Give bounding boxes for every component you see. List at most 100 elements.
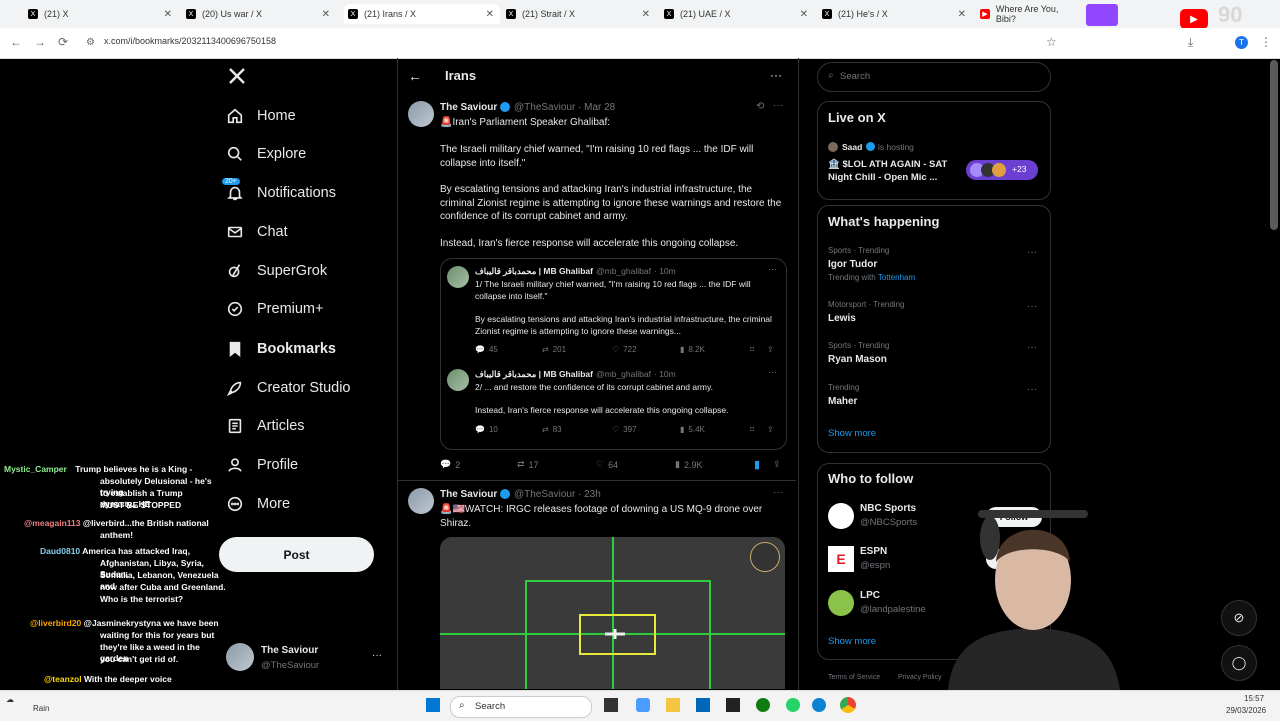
repost-button[interactable]: ⇄ 201 [542,345,566,354]
nav-notifications[interactable]: 20+ Notifications [222,178,336,206]
browser-tab[interactable]: X (21) Strait / X ✕ [506,4,656,24]
reply-button[interactable]: 💬 10 [475,425,498,434]
download-icon[interactable]: ⤓ [1188,35,1193,50]
search-input[interactable]: ⌕ Search [817,62,1051,92]
forward-arrow-icon[interactable]: → [34,35,46,49]
task-view-icon[interactable] [604,698,618,712]
nav-creator-studio[interactable]: Creator Studio [226,375,351,401]
tweet-menu-icon[interactable]: ··· [773,100,783,111]
close-tab-icon[interactable]: ✕ [322,9,330,20]
live-space-title[interactable]: 🏦 $LOL ATH AGAIN - SAT Night Chill - Ope… [828,158,958,184]
whatsapp-icon[interactable] [786,698,800,712]
bookmark-filled-icon[interactable]: ▮ [754,458,760,471]
avatar[interactable] [408,101,434,127]
share-icon[interactable]: ⇪ [767,345,774,354]
tweet-date[interactable]: · Mar 28 [578,102,615,113]
bookmark-star-icon[interactable]: ☆ [1046,35,1057,49]
tweet-author-name[interactable]: The Saviour [440,489,497,500]
store-icon[interactable] [696,698,710,712]
trend-menu-icon[interactable]: ··· [1027,301,1037,312]
x-logo-icon[interactable] [227,66,247,86]
reply-button[interactable]: 💬 2 [440,459,460,470]
close-tab-icon[interactable]: ✕ [164,9,172,20]
messages-float-button[interactable]: ◯ [1221,645,1257,681]
tweet-menu-icon[interactable]: ··· [773,487,783,498]
site-info-icon[interactable]: ⚙ [86,37,95,48]
browser-tab[interactable]: X (21) X ✕ [28,4,178,24]
file-explorer-icon[interactable] [666,698,680,712]
like-button[interactable]: ♡ 397 [612,425,637,434]
chrome-icon[interactable] [840,697,856,713]
reply-button[interactable]: 💬 45 [475,345,498,354]
avatar[interactable] [408,488,434,514]
account-menu-icon[interactable]: ··· [372,650,382,661]
close-tab-icon[interactable]: ✕ [800,9,808,20]
back-arrow-icon[interactable]: ← [408,68,422,84]
nav-profile[interactable]: Profile [226,452,298,478]
trend-name[interactable]: Ryan Mason [828,354,887,365]
like-button[interactable]: ♡ 722 [612,345,637,354]
share-icon[interactable]: ⇪ [773,459,781,470]
close-tab-icon[interactable]: ✕ [958,9,966,20]
profile-avatar[interactable]: T [1235,36,1248,49]
clock-date[interactable]: 29/03/2026 [1226,706,1266,715]
repost-button[interactable]: ⇄ 17 [517,459,539,470]
weather-text[interactable]: Rain [33,704,49,713]
nav-articles[interactable]: Articles [226,413,305,439]
trend-menu-icon[interactable]: ··· [1027,247,1037,258]
grok-float-button[interactable]: ⊘ [1221,600,1257,636]
bookmark-icon[interactable]: ⌑ [750,345,754,354]
xbox-icon[interactable] [756,698,770,712]
menu-dots-icon[interactable]: ⋮ [1260,35,1272,49]
header-menu-icon[interactable]: ··· [770,68,782,82]
app-icon[interactable] [726,698,740,712]
grok-icon[interactable]: ⟲ [756,101,764,112]
like-button[interactable]: ♡ 64 [596,459,618,470]
clock-time[interactable]: 15:57 [1244,694,1264,703]
share-icon[interactable]: ⇪ [767,425,774,434]
browser-tab[interactable]: X (21) UAE / X ✕ [664,4,814,24]
url-text[interactable]: x.com/i/bookmarks/2032113400696750158 [104,36,276,46]
privacy-link[interactable]: Privacy Policy [898,674,942,681]
live-listeners[interactable]: +23 [966,160,1038,180]
taskbar-search[interactable]: ⌕ Search [450,696,592,718]
reload-icon[interactable]: ⟳ [58,35,68,49]
trend-menu-icon[interactable]: ··· [1027,342,1037,353]
tweet-date[interactable]: · 23h [578,489,601,500]
trend-name[interactable]: Maher [828,396,857,407]
quote-menu-icon[interactable]: ··· [768,264,777,274]
tweet-video[interactable] [440,537,785,689]
nav-bookmarks[interactable]: Bookmarks [226,336,336,362]
windows-start-icon[interactable] [426,698,440,712]
browser-tab[interactable]: X (20) Us war / X ✕ [186,4,336,24]
browser-tab[interactable]: ▶ Where Are You, Bibi? [980,4,1080,24]
quote-menu-icon[interactable]: ··· [768,367,777,377]
live-host-name[interactable]: Saad [842,142,862,152]
follow-account-name[interactable]: ESPN [860,546,887,557]
repost-button[interactable]: ⇄ 83 [542,425,562,434]
tweet-handle[interactable]: @TheSaviour [514,102,575,113]
nav-explore[interactable]: Explore [226,141,306,167]
terms-link[interactable]: Terms of Service [828,674,880,681]
edge-icon[interactable] [812,698,826,712]
close-tab-icon[interactable]: ✕ [486,9,494,20]
tweet-author-name[interactable]: The Saviour [440,102,497,113]
tweet-handle[interactable]: @TheSaviour [514,489,575,500]
bookmark-icon[interactable]: ⌑ [750,425,754,434]
nav-chat[interactable]: Chat [226,219,288,245]
account-switcher[interactable] [226,643,254,671]
follow-account-name[interactable]: LPC [860,590,880,601]
trend-name[interactable]: Igor Tudor [828,259,877,270]
views-button[interactable]: ▮ 8.2K [680,345,705,354]
back-arrow-icon[interactable]: ← [10,35,22,49]
show-more-link[interactable]: Show more [828,428,876,439]
scrollbar-thumb[interactable] [1270,60,1278,230]
views-button[interactable]: ▮ 5.4K [680,425,705,434]
post-button[interactable]: Post [219,537,374,572]
trend-menu-icon[interactable]: ··· [1027,384,1037,395]
browser-tab[interactable]: X (21) He's / X ✕ [822,4,972,24]
follow-account-name[interactable]: NBC Sports [860,503,916,514]
nav-more[interactable]: More [226,491,290,517]
nav-premium[interactable]: Premium+ [226,296,323,322]
nav-supergrok[interactable]: SuperGrok [226,258,327,284]
